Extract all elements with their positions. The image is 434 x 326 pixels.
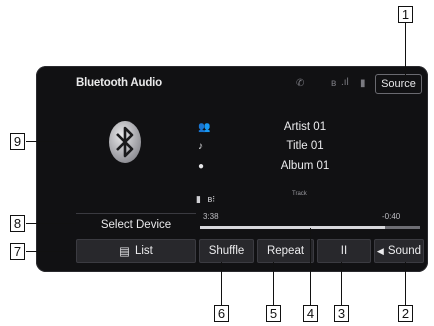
album-name: Album 01 (280, 160, 330, 172)
sound-button[interactable]: ◀ Sound (374, 239, 424, 263)
shuffle-button[interactable]: Shuffle (199, 239, 254, 263)
head-unit-screen: Bluetooth Audio ✆ ʙ .ıl ▮ Source 👥 Artis… (36, 66, 428, 272)
callout-4: 4 (303, 305, 318, 322)
album-row: ● Album 01 (186, 160, 416, 176)
callout-5: 5 (266, 305, 281, 322)
callout-line-9 (26, 141, 78, 142)
music-note-icon: ♪ (198, 141, 203, 152)
callout-line-2 (405, 262, 406, 305)
callout-6: 6 (214, 305, 229, 322)
bluetooth-signal-icon: ʙ (331, 78, 337, 89)
callout-8: 8 (10, 215, 25, 232)
callout-line-6 (221, 262, 222, 305)
pause-button[interactable]: II (317, 239, 371, 263)
remaining-time: -0:40 (382, 212, 401, 221)
track-label: Track (292, 191, 307, 197)
artist-name: Artist 01 (283, 121, 327, 133)
repeat-button[interactable]: Repeat (257, 239, 314, 263)
source-button[interactable]: Source (375, 74, 422, 94)
callout-2: 2 (398, 305, 413, 322)
status-icons: ✆ ʙ .ıl ▮ (294, 74, 384, 94)
title-row: ♪ Title 01 (186, 140, 416, 156)
list-label: List (134, 245, 153, 257)
progress-fill (200, 226, 385, 229)
callout-line-1 (405, 23, 406, 81)
elapsed-time: 3:38 (203, 212, 219, 221)
page-title: Bluetooth Audio (76, 77, 162, 89)
select-device-button[interactable]: Select Device (76, 213, 196, 236)
sound-label: Sound (387, 245, 422, 257)
phone-device-icon: ▮ (196, 194, 201, 204)
list-icon: ▤ (119, 246, 130, 258)
callout-1: 1 (398, 6, 413, 23)
callout-line-8 (26, 223, 76, 224)
callout-line-4 (310, 228, 311, 305)
album-disc-icon: ● (198, 161, 205, 172)
signal-bars-icon: .ıl (341, 77, 349, 88)
callout-line-3 (341, 262, 342, 305)
pause-icon: II (340, 245, 348, 257)
speaker-icon: ◀ (376, 245, 384, 256)
artist-icon: 👥 (198, 122, 211, 133)
track-title: Title 01 (286, 140, 324, 152)
callout-9: 9 (10, 133, 25, 150)
callout-line-5 (273, 262, 274, 305)
artist-row: 👥 Artist 01 (186, 121, 416, 137)
phone-icon: ✆ (296, 78, 305, 89)
bottom-button-bar: ▤ List Shuffle Repeat II ◀ Sound (76, 239, 424, 263)
device-small-icons: ▮ ʙ⁝ (196, 194, 215, 205)
callout-3: 3 (334, 305, 349, 322)
bluetooth-logo-icon (109, 121, 141, 163)
callout-line-7 (26, 251, 76, 252)
list-button[interactable]: ▤ List (76, 239, 196, 263)
battery-icon: ▮ (360, 78, 366, 89)
bluetooth-connection-icon: ʙ⁝ (207, 194, 216, 204)
callout-7: 7 (10, 243, 25, 260)
